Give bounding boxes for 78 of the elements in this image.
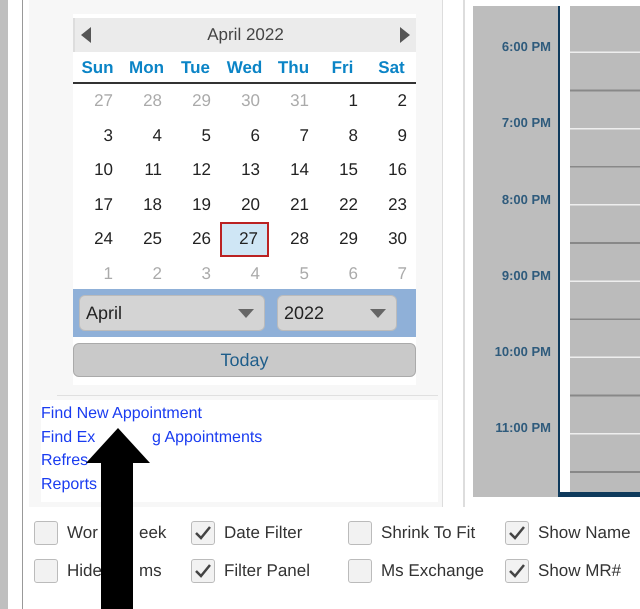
calendar-day[interactable]: 29 [318, 222, 367, 256]
caret-icon [238, 308, 254, 318]
calendar-day[interactable]: 14 [269, 153, 318, 188]
calendar-day[interactable]: 16 [367, 153, 416, 188]
checkbox-label: Filter Panel [224, 561, 310, 580]
checkbox-label: Wor [67, 523, 98, 543]
today-button[interactable]: Today [73, 343, 416, 377]
calendar-day[interactable]: 19 [171, 188, 220, 222]
calendar-day[interactable]: 17 [73, 188, 122, 222]
calendar-day[interactable]: 22 [318, 188, 367, 222]
checkbox[interactable] [505, 521, 529, 545]
calendar-day[interactable]: 9 [367, 118, 416, 153]
weekday-label: Wed [226, 58, 264, 78]
checkbox-label: Shrink To Fit [381, 523, 476, 542]
weekday-label: Tue [180, 58, 211, 78]
weekday-label: Sun [80, 58, 115, 78]
calendar-day[interactable]: 3 [73, 118, 122, 153]
calendar-day[interactable]: 30 [367, 222, 416, 256]
time-label: 6:00 PM [500, 39, 552, 56]
calendar-day[interactable]: 10 [73, 153, 122, 188]
calendar-day[interactable]: 20 [220, 188, 269, 222]
calendar-day[interactable]: 27 [220, 222, 269, 256]
checkbox-label: Show MR# [538, 561, 622, 580]
weekday-label: Fri [330, 58, 354, 78]
checkbox-label: Date Filter [224, 523, 302, 542]
checkbox[interactable] [505, 559, 529, 583]
time-label: 7:00 PM [500, 115, 552, 132]
calendar-day[interactable]: 7 [269, 118, 318, 153]
calendar-day[interactable]: 23 [367, 188, 416, 222]
calendar-day[interactable]: 4 [122, 118, 171, 153]
calendar-day[interactable]: 8 [318, 118, 367, 153]
checkbox-label: Hide [67, 561, 102, 581]
checkbox[interactable] [191, 521, 215, 545]
checkbox[interactable] [34, 559, 58, 583]
time-label: 10:00 PM [494, 344, 552, 362]
checkbox-label: Show Name [538, 523, 631, 542]
caret-icon [370, 308, 386, 318]
weekday-label: Thu [276, 58, 310, 78]
link[interactable]: Refres [41, 452, 88, 469]
checkbox-label: ms [139, 561, 162, 581]
calendar-day[interactable]: 13 [220, 153, 269, 188]
previous-icon[interactable] [81, 27, 91, 43]
weekday-label: Sat [377, 58, 406, 78]
checkbox[interactable] [191, 559, 215, 583]
calendar-day[interactable]: 18 [122, 188, 171, 222]
check-icon [195, 564, 211, 578]
link[interactable]: Find New Appointment [41, 405, 202, 422]
calendar-day[interactable]: 12 [171, 153, 220, 188]
check-icon [509, 526, 525, 540]
calendar-day[interactable]: 1 [318, 84, 367, 118]
year-dropdown[interactable]: 2022 [277, 295, 397, 331]
link[interactable]: Reports [41, 476, 98, 492]
link[interactable]: Find Ex [41, 426, 96, 449]
calendar-day[interactable]: 15 [318, 153, 367, 188]
month-dropdown[interactable]: April [79, 295, 265, 331]
calendar-day[interactable]: 11 [122, 153, 171, 188]
calendar-day[interactable]: 21 [269, 188, 318, 222]
weekday-label: Mon [128, 58, 165, 78]
checkbox-label: Ms Exchange [381, 561, 484, 580]
time-label: 9:00 PM [500, 268, 552, 285]
time-label: 11:00 PM [494, 420, 552, 438]
link[interactable]: g Appointments [152, 426, 262, 449]
checkbox[interactable] [348, 521, 372, 545]
checkbox-label: eek [139, 523, 166, 543]
calendar-day[interactable]: 5 [171, 118, 220, 153]
calendar-day[interactable]: 2 [367, 84, 416, 118]
checkbox[interactable] [348, 559, 372, 583]
calendar-day[interactable]: 25 [122, 222, 171, 256]
check-icon [509, 564, 525, 578]
calendar-day[interactable]: 28 [269, 222, 318, 256]
checkbox[interactable] [34, 521, 58, 545]
month-title: April 2022 [207, 25, 284, 45]
time-label: 8:00 PM [500, 192, 552, 209]
next-icon[interactable] [400, 27, 410, 43]
calendar-day[interactable]: 6 [220, 118, 269, 153]
calendar-day[interactable]: 24 [73, 222, 122, 256]
check-icon [195, 526, 211, 540]
calendar-day[interactable]: 26 [171, 222, 220, 256]
